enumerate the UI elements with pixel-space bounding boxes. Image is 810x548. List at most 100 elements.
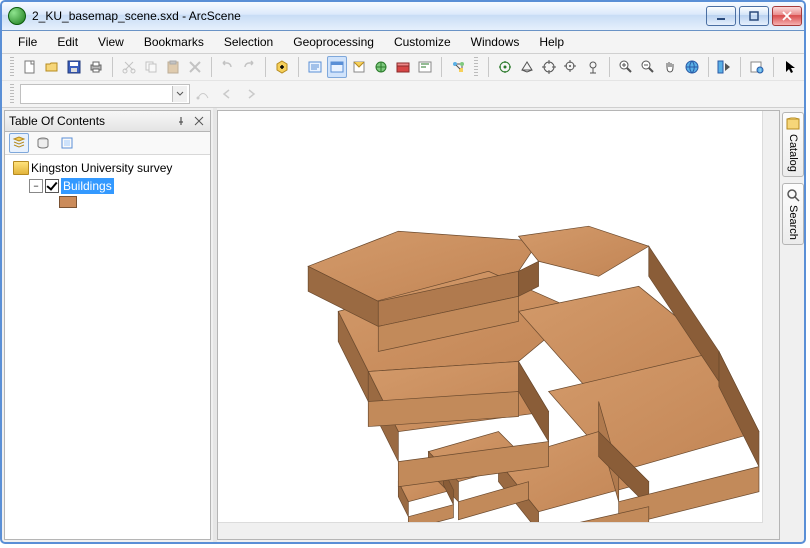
toolbox-button[interactable] [393,56,413,78]
python-icon [417,59,433,75]
add-data-button[interactable] [272,56,292,78]
fly-button[interactable] [517,56,537,78]
copy-icon [143,59,159,75]
center-target-button[interactable] [539,56,559,78]
copy-button[interactable] [141,56,161,78]
search-globe-icon [373,59,389,75]
viewport-vertical-scrollbar[interactable] [762,111,779,523]
catalog-tab-label: Catalog [787,134,799,172]
toc-close-button[interactable] [192,114,206,128]
cut-icon [121,59,137,75]
navigate-button[interactable] [495,56,515,78]
zoom-target-button[interactable] [561,56,581,78]
tracking-tool-2[interactable] [216,83,238,105]
full-extent-button[interactable] [682,56,702,78]
toc-title: Table Of Contents [9,114,170,128]
viewport-horizontal-scrollbar[interactable] [218,522,763,539]
identify-button[interactable]: i [747,56,767,78]
save-button[interactable] [64,56,84,78]
chevron-down-icon [172,86,187,102]
search-tab[interactable]: Search [782,183,804,245]
source-icon [36,136,50,150]
zoom-in-button[interactable] [616,56,636,78]
search-tool-button[interactable] [371,56,391,78]
menu-bookmarks[interactable]: Bookmarks [134,31,214,53]
toc-list-by-selection-button[interactable] [57,133,77,153]
toc-toolbar [5,132,210,155]
toc-tree[interactable]: Kingston University survey − Buildings [5,155,210,539]
model-builder-icon [450,59,466,75]
pointer-icon [782,59,798,75]
toolbar-grip[interactable] [10,57,14,77]
undo-button[interactable] [217,56,237,78]
layer-symbol-swatch[interactable] [59,196,77,208]
scene-viewport[interactable] [217,110,780,540]
menu-edit[interactable]: Edit [47,31,88,53]
minimize-button[interactable] [706,6,736,26]
menu-view[interactable]: View [88,31,134,53]
center-target-icon [541,59,557,75]
menu-selection[interactable]: Selection [214,31,283,53]
python-button[interactable] [415,56,435,78]
scene-root-row[interactable]: Kingston University survey [7,159,208,177]
close-button[interactable] [772,6,802,26]
catalog-button[interactable] [349,56,369,78]
track-icon [195,86,211,102]
separator [488,57,489,77]
maximize-button[interactable] [739,6,769,26]
separator [708,57,709,77]
window-controls [706,6,802,26]
new-button[interactable] [20,56,40,78]
select-elements-button[interactable] [780,56,800,78]
symbol-row[interactable] [7,195,208,209]
separator [112,57,113,77]
catalog-tab[interactable]: Catalog [782,112,804,177]
standard-toolbar: i [2,54,804,80]
search-tab-icon [786,188,800,202]
toc-pin-button[interactable] [174,114,188,128]
paste-button[interactable] [163,56,183,78]
table-of-contents-panel: Table Of Contents Kingston University su… [4,110,211,540]
paste-icon [165,59,181,75]
print-button[interactable] [86,56,106,78]
menu-windows[interactable]: Windows [461,31,530,53]
layer-row[interactable]: − Buildings [7,177,208,195]
toc-list-by-drawing-button[interactable] [9,133,29,153]
separator [740,57,741,77]
pan-button[interactable] [660,56,680,78]
drawing-order-icon [12,136,26,150]
scene-panel-icon [329,59,345,75]
expander-minus-icon[interactable]: − [29,179,43,193]
set-observer-button[interactable] [583,56,603,78]
toggle-perspective-button[interactable] [714,56,734,78]
tracking-tool-1[interactable] [192,83,214,105]
cut-button[interactable] [119,56,139,78]
window-title: 2_KU_basemap_scene.sxd - ArcScene [32,9,706,23]
menu-file[interactable]: File [8,31,47,53]
toolbar-grip[interactable] [10,84,14,104]
menu-customize[interactable]: Customize [384,31,461,53]
layer-label[interactable]: Buildings [61,178,114,194]
full-extent-globe-icon [684,59,700,75]
toc-button[interactable] [305,56,325,78]
delete-icon [187,59,203,75]
set-observer-icon [585,59,601,75]
delete-button[interactable] [185,56,205,78]
zoom-out-button[interactable] [638,56,658,78]
add-data-icon [274,59,290,75]
track-next-icon [243,86,259,102]
layer-combo[interactable] [20,84,190,104]
catalog-tab-icon [786,117,800,131]
maximize-icon [749,11,759,21]
scene-button[interactable] [327,56,347,78]
close-small-icon [194,116,204,126]
tracking-tool-3[interactable] [240,83,262,105]
toolbar-grip[interactable] [474,57,478,77]
menu-help[interactable]: Help [529,31,574,53]
model-builder-button[interactable] [448,56,468,78]
toc-list-by-source-button[interactable] [33,133,53,153]
menu-geoprocessing[interactable]: Geoprocessing [283,31,384,53]
layer-visibility-checkbox[interactable] [45,179,59,193]
redo-button[interactable] [239,56,259,78]
open-button[interactable] [42,56,62,78]
